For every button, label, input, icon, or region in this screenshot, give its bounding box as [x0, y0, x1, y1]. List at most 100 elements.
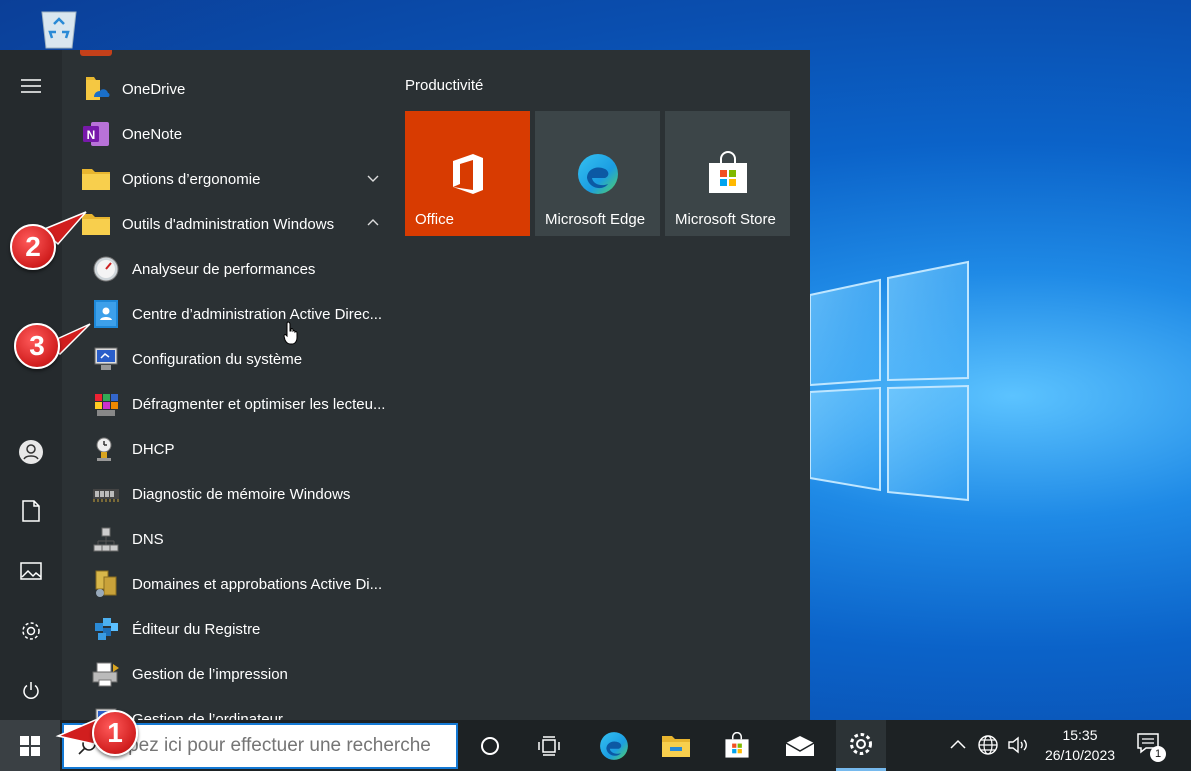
tile-microsoft-store[interactable]: Microsoft Store	[665, 111, 790, 236]
app-item-diagnostic-memoire[interactable]: Diagnostic de mémoire Windows	[90, 474, 390, 514]
tile-label: Office	[415, 211, 454, 228]
hand-cursor-icon	[283, 321, 298, 345]
app-item-dhcp[interactable]: DHCP	[90, 429, 390, 469]
app-item-label: Domaines et approbations Active Di...	[132, 575, 383, 593]
clock-time: 15:35	[1062, 727, 1098, 743]
app-item-label: Éditeur du Registre	[132, 620, 261, 638]
taskbar-mail-button[interactable]	[775, 720, 825, 771]
app-item-label: Défragmenter et optimiser les lecteu...	[132, 395, 386, 413]
picture-icon	[20, 562, 42, 580]
store-icon	[709, 151, 747, 193]
app-item-dns[interactable]: DNS	[90, 519, 390, 559]
tile-microsoft-edge[interactable]: Microsoft Edge	[535, 111, 660, 236]
folder-icon	[80, 163, 112, 195]
start-button[interactable]	[0, 720, 60, 771]
power-icon	[23, 682, 39, 699]
documents-button[interactable]	[11, 491, 51, 531]
app-item-analyseur-performances[interactable]: Analyseur de performances	[90, 249, 390, 289]
globe-icon[interactable]	[976, 733, 1000, 757]
office-icon	[453, 154, 483, 194]
taskbar-settings-button[interactable]	[836, 720, 886, 771]
app-item-label: Outils d'administration Windows	[122, 215, 335, 233]
dns-icon	[90, 523, 122, 555]
chevron-up-icon	[367, 219, 379, 226]
edge-icon	[600, 731, 628, 760]
start-menu: OneDrive N OneNote Options d’ergonomie O…	[0, 50, 810, 720]
app-item-label: Centre d’administration Active Direc...	[132, 305, 383, 323]
memory-diagnostic-icon	[90, 478, 122, 510]
app-item-gestion-ordinateur[interactable]: Gestion de l’ordinateur	[90, 699, 390, 720]
hamburger-menu-button[interactable]	[11, 66, 51, 106]
app-folder-outils-administration[interactable]: Outils d'administration Windows	[80, 204, 390, 244]
tile-office[interactable]: Office	[405, 111, 530, 236]
callout-badge-1: 1	[92, 710, 138, 756]
svg-text:N: N	[87, 128, 96, 142]
settings-button[interactable]	[11, 611, 51, 651]
regedit-icon	[90, 613, 122, 645]
app-item-label: Analyseur de performances	[132, 260, 316, 278]
user-avatar-icon	[19, 440, 43, 464]
app-item-label: Gestion de l’impression	[132, 665, 288, 683]
partial-app-icon	[80, 50, 112, 56]
app-item-centre-admin-ad[interactable]: Centre d’administration Active Direc...	[90, 294, 390, 334]
callout-badge-3: 3	[14, 323, 60, 369]
cortana-button[interactable]	[465, 720, 515, 771]
edge-icon	[578, 154, 618, 194]
app-item-gestion-impression[interactable]: Gestion de l’impression	[90, 654, 390, 694]
app-item-onenote[interactable]: N OneNote	[80, 114, 390, 154]
msconfig-icon	[90, 343, 122, 375]
app-list: OneDrive N OneNote Options d’ergonomie O…	[62, 50, 390, 720]
callout-badge-2: 2	[10, 224, 56, 270]
app-item-label: Diagnostic de mémoire Windows	[132, 485, 351, 503]
document-icon	[22, 500, 40, 522]
print-management-icon	[90, 658, 122, 690]
app-item-onedrive[interactable]: OneDrive	[80, 69, 390, 109]
perfmon-icon	[90, 253, 122, 285]
taskbar: 15:35 26/10/2023 1	[0, 720, 1191, 771]
app-item-defragmenter[interactable]: Défragmenter et optimiser les lecteu...	[90, 384, 390, 424]
gear-icon	[850, 733, 872, 755]
user-account-button[interactable]	[11, 432, 51, 472]
start-menu-rail	[0, 50, 62, 720]
mail-icon	[785, 735, 815, 756]
power-button[interactable]	[11, 671, 51, 711]
windows-logo-icon	[20, 735, 40, 756]
app-item-label: DNS	[132, 530, 164, 548]
domains-trusts-icon	[90, 568, 122, 600]
gear-icon	[22, 622, 40, 640]
dhcp-icon	[90, 433, 122, 465]
clock-date: 26/10/2023	[1044, 747, 1116, 763]
app-item-label: Options d’ergonomie	[122, 170, 261, 188]
recycle-bin-icon[interactable]	[34, 8, 84, 50]
taskbar-store-button[interactable]	[712, 720, 762, 771]
task-view-button[interactable]	[524, 720, 574, 771]
hamburger-icon	[21, 79, 41, 93]
tile-label: Microsoft Store	[675, 211, 776, 228]
pictures-button[interactable]	[11, 551, 51, 591]
tile-group-title: Productivité	[405, 77, 484, 94]
app-item-domaines-approbations[interactable]: Domaines et approbations Active Di...	[90, 564, 390, 604]
app-folder-options-ergonomie[interactable]: Options d’ergonomie	[80, 159, 390, 199]
tile-label: Microsoft Edge	[545, 211, 646, 228]
app-item-editeur-registre[interactable]: Éditeur du Registre	[90, 609, 390, 649]
taskbar-edge-button[interactable]	[589, 720, 639, 771]
volume-icon[interactable]	[1006, 733, 1030, 757]
app-item-label: DHCP	[132, 440, 175, 458]
cortana-icon	[481, 736, 499, 755]
chevron-up-icon[interactable]	[946, 733, 970, 757]
onenote-icon: N	[80, 118, 112, 150]
ad-admin-center-icon	[90, 298, 122, 330]
chevron-down-icon	[367, 175, 379, 182]
app-item-label: Configuration du système	[132, 350, 303, 368]
task-view-icon	[538, 735, 560, 756]
app-item-label: OneNote	[122, 125, 183, 143]
taskbar-file-explorer-button[interactable]	[651, 720, 701, 771]
search-input[interactable]	[108, 735, 448, 757]
clock[interactable]: 15:35 26/10/2023	[1038, 725, 1122, 765]
app-item-configuration-systeme[interactable]: Configuration du système	[90, 339, 390, 379]
action-center-button[interactable]: 1	[1136, 732, 1166, 762]
file-explorer-icon	[662, 735, 690, 757]
app-item-label: OneDrive	[122, 80, 186, 98]
app-item-label: Gestion de l’ordinateur	[132, 710, 283, 721]
store-icon	[725, 731, 749, 758]
